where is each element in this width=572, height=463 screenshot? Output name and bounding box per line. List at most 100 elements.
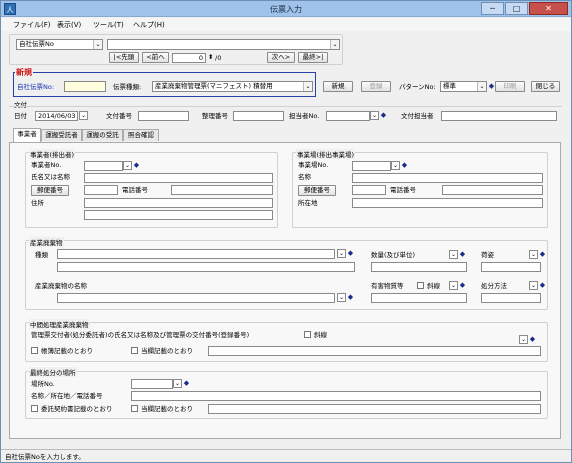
lookup-icon[interactable]: ◆ [380, 111, 387, 120]
tab-unpan-jutakusha[interactable]: 運搬受託者 [41, 129, 82, 141]
lookup-icon[interactable]: ◆ [401, 161, 408, 170]
last-record-button[interactable]: 最終>| [298, 52, 328, 63]
seiri-label: 整理番号 [202, 112, 228, 120]
date-input[interactable]: 2014/06/03 [35, 111, 78, 121]
mid-oblique-checkbox[interactable] [304, 331, 311, 338]
lookup-icon[interactable]: ◆ [459, 281, 466, 290]
lookup-icon[interactable]: ◆ [347, 293, 354, 302]
pattern-select[interactable]: 標準 ⌄ [440, 81, 487, 92]
mid-contract-checkbox[interactable] [131, 347, 138, 354]
maximize-button[interactable]: □ [505, 2, 528, 15]
search-value-combo[interactable]: ⌄ [107, 39, 340, 50]
doc-type-select[interactable]: 産業廃棄物管理票(マニフェスト) 積替用 ⌄ [152, 81, 313, 92]
jigyosha-no-input[interactable] [84, 161, 123, 171]
date-label: 日付 [14, 112, 27, 120]
calendar-dropdown-icon[interactable]: ⌄ [79, 111, 88, 120]
menu-view[interactable]: 表示(V) [57, 20, 81, 30]
final-name-addr-tel-input[interactable] [131, 391, 541, 401]
waste-disposal-input[interactable] [481, 293, 541, 303]
waste-shape-input[interactable] [481, 262, 541, 272]
waste-kind-input-1[interactable] [57, 249, 335, 259]
close-button[interactable]: 閉じる [531, 81, 560, 92]
menu-bar: ファイル(F) 表示(V) ツール(T) ヘルプ(H) [1, 18, 571, 31]
jigyosha-address-input-2[interactable] [84, 210, 273, 220]
bunfu-no-input[interactable] [138, 111, 189, 121]
chevron-down-icon[interactable]: ⌄ [529, 250, 538, 259]
jigyosha-postal-input[interactable] [84, 185, 118, 195]
chevron-down-icon[interactable]: ⌄ [449, 250, 458, 259]
chevron-down-icon[interactable]: ⌄ [370, 111, 379, 120]
jigyosha-name-input[interactable] [84, 173, 273, 183]
jigyojo-no-input[interactable] [352, 161, 391, 171]
jigyojo-postal-button[interactable]: 郵便番号 [298, 185, 336, 196]
lookup-icon[interactable]: ◆ [529, 335, 536, 344]
final-contract-label: 委託契約書記載のとおり [41, 405, 113, 413]
jigyosha-address-input-1[interactable] [84, 198, 273, 208]
tab-shogo-kakunin[interactable]: 照合確認 [123, 129, 159, 141]
spin-icon[interactable]: ⬍ [208, 53, 213, 61]
waste-oblique-label: 斜線 [427, 282, 440, 290]
lookup-icon[interactable]: ◆ [488, 82, 495, 91]
final-detail-input[interactable] [208, 404, 541, 414]
chevron-down-icon: ⌄ [477, 82, 486, 91]
chevron-down-icon[interactable]: ⌄ [519, 335, 528, 344]
page-input[interactable]: 0 [172, 53, 206, 63]
print-button[interactable]: 印刷 [495, 81, 525, 92]
mid-ledger-checkbox[interactable] [31, 347, 38, 354]
prev-record-button[interactable]: <前へ [142, 52, 169, 63]
waste-oblique-checkbox[interactable] [417, 282, 424, 289]
lookup-icon[interactable]: ◆ [133, 161, 140, 170]
first-record-button[interactable]: |<先頭 [109, 52, 139, 63]
title-bar: 人 伝票入力 ─ □ ✕ [1, 1, 571, 17]
new-button[interactable]: 新規 [323, 81, 353, 92]
chevron-down-icon[interactable]: ⌄ [529, 281, 538, 290]
tanto-no-input[interactable] [326, 111, 370, 121]
doc-no-input[interactable] [64, 81, 106, 92]
jigyosha-tel-input[interactable] [171, 185, 273, 195]
menu-file[interactable]: ファイル(F) [13, 20, 51, 30]
chevron-down-icon[interactable]: ⌄ [337, 249, 346, 258]
register-button[interactable]: 登録 [361, 81, 391, 92]
mid-ledger-label: 帳簿記載のとおり [41, 347, 93, 355]
mid-oblique-label: 斜線 [314, 331, 327, 339]
final-contract-checkbox[interactable] [31, 405, 38, 412]
chevron-down-icon[interactable]: ⌄ [123, 161, 132, 170]
jigyosha-no-label: 事業者No. [31, 161, 62, 169]
close-window-button[interactable]: ✕ [529, 2, 568, 15]
next-record-button[interactable]: 次へ> [267, 52, 295, 63]
tanto-label: 文付担当者 [401, 112, 434, 120]
waste-title: 産業廃棄物 [29, 237, 64, 247]
mid-text-input[interactable] [208, 346, 541, 356]
lookup-icon[interactable]: ◆ [539, 250, 546, 259]
minimize-button[interactable]: ─ [481, 2, 504, 15]
chevron-down-icon[interactable]: ⌄ [173, 379, 182, 388]
lookup-icon[interactable]: ◆ [459, 250, 466, 259]
lookup-icon[interactable]: ◆ [183, 379, 190, 388]
search-key-select[interactable]: 自社伝票No ⌄ [16, 39, 103, 50]
lookup-icon[interactable]: ◆ [347, 249, 354, 258]
waste-kind-input-2[interactable] [57, 262, 355, 272]
tab-unpan-jutaku[interactable]: 運搬の受託 [82, 129, 123, 141]
tanto-input[interactable] [441, 111, 557, 121]
menu-help[interactable]: ヘルプ(H) [133, 20, 165, 30]
lookup-icon[interactable]: ◆ [539, 281, 546, 290]
final-this-field-checkbox[interactable] [131, 405, 138, 412]
jigyojo-tel-label: 電話番号 [390, 186, 416, 194]
jigyosha-postal-button[interactable]: 郵便番号 [31, 185, 69, 196]
waste-name-input[interactable] [57, 293, 335, 303]
waste-hazard-input[interactable] [371, 293, 467, 303]
tanto-no-label: 担当者No. [289, 112, 320, 120]
jigyojo-name-input[interactable] [352, 173, 543, 183]
waste-qty-input[interactable] [371, 262, 467, 272]
jigyojo-postal-input[interactable] [352, 185, 386, 195]
chevron-down-icon[interactable]: ⌄ [337, 293, 346, 302]
menu-tools[interactable]: ツール(T) [93, 20, 124, 30]
jigyosha-title: 事業者(排出者) [29, 149, 76, 159]
seiri-input[interactable] [233, 111, 284, 121]
chevron-down-icon[interactable]: ⌄ [391, 161, 400, 170]
final-place-no-input[interactable] [131, 379, 173, 389]
tab-jigyosha[interactable]: 事業者 [13, 128, 41, 142]
chevron-down-icon[interactable]: ⌄ [449, 281, 458, 290]
jigyojo-address-input[interactable] [352, 198, 543, 208]
jigyojo-tel-input[interactable] [442, 185, 543, 195]
